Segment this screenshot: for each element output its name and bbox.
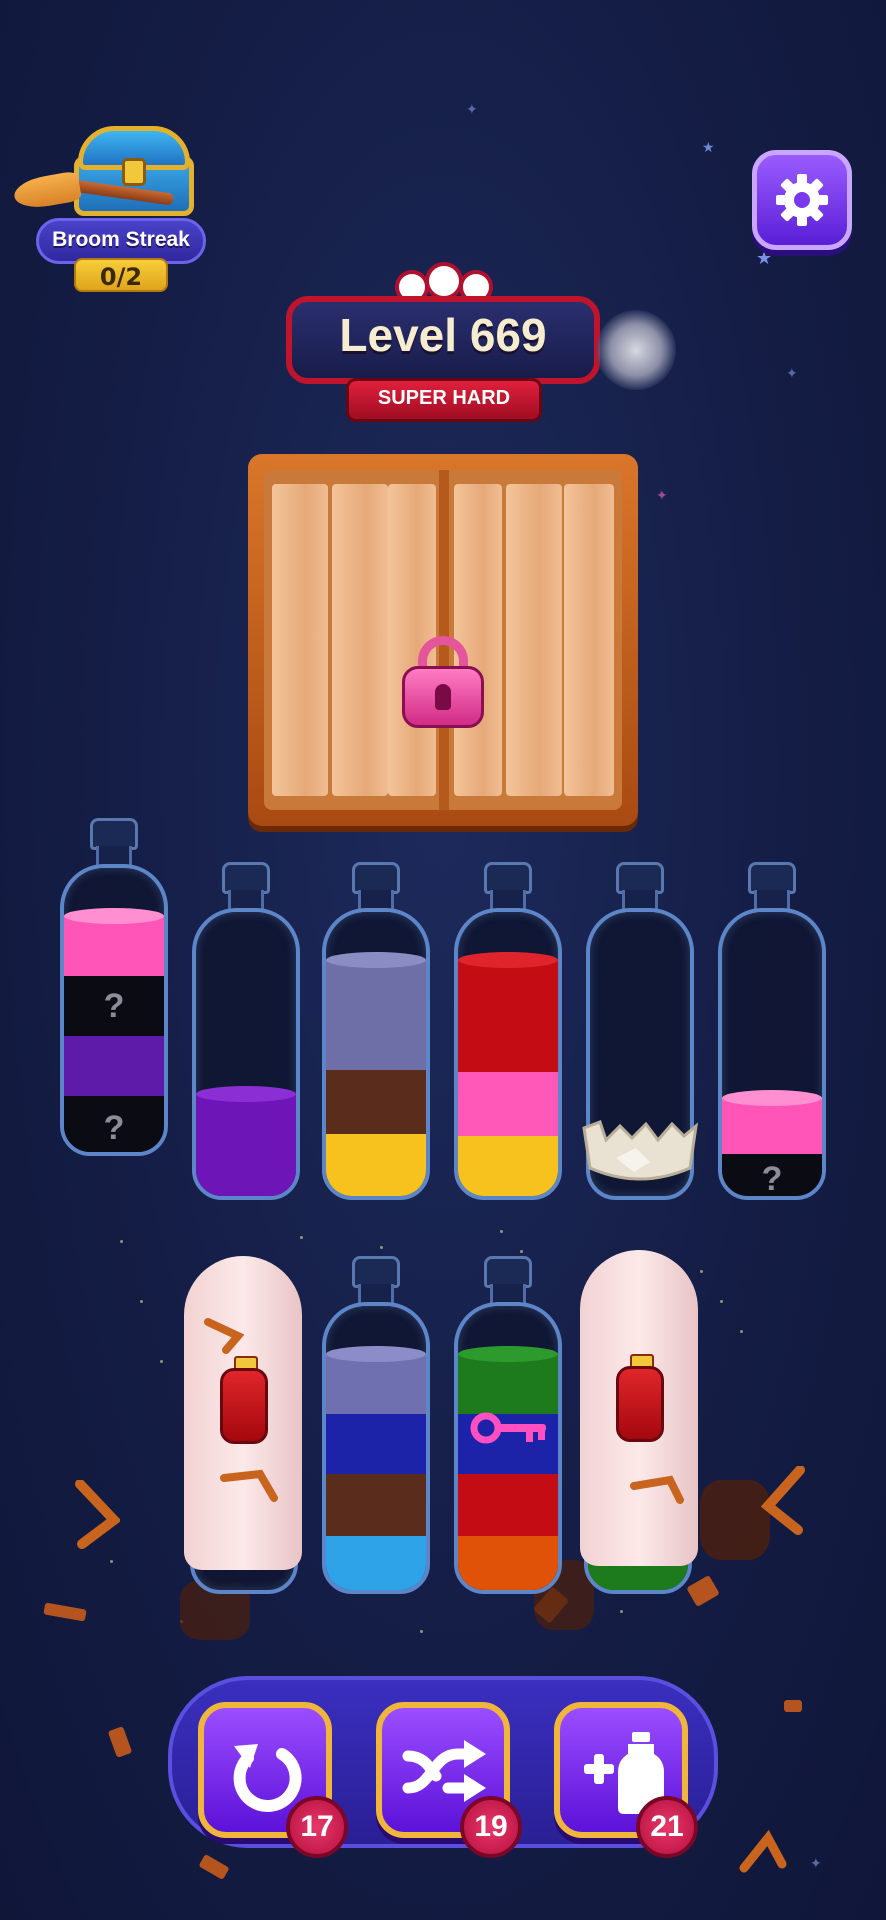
wood-shard [739, 1829, 787, 1873]
star-icon: ★ [756, 248, 773, 269]
undo-count: 17 [286, 1796, 348, 1858]
undo-icon [233, 1744, 302, 1812]
key-icon [470, 1412, 546, 1444]
difficulty-skulls [395, 262, 493, 304]
bottle-3[interactable] [322, 862, 430, 1200]
add-bottle-count: 21 [636, 1796, 698, 1858]
streak-title: Broom Streak [52, 228, 190, 251]
liquid-layer [326, 1414, 426, 1474]
mystery-bottle-icon [616, 1354, 664, 1444]
bottle-1[interactable]: ? ? [60, 818, 168, 1156]
liquid-layer [64, 916, 164, 976]
liquid-layer [326, 1354, 426, 1414]
liquid-layer [326, 1536, 426, 1590]
star-icon: ✦ [810, 1856, 822, 1872]
gear-icon [776, 174, 828, 226]
star-icon: ★ [702, 140, 715, 156]
level-title: Level 669 [339, 309, 547, 361]
liquid-layer [326, 960, 426, 1070]
liquid-layer [326, 1070, 426, 1134]
bottle-2[interactable] [192, 862, 300, 1200]
bottle-7[interactable] [184, 1256, 302, 1594]
liquid-layer [326, 1474, 426, 1536]
bottle-8[interactable] [322, 1256, 430, 1594]
touch-indicator [596, 310, 676, 390]
liquid-layer [722, 1098, 822, 1154]
liquid-layer [458, 1136, 558, 1196]
star-icon: ✦ [466, 102, 478, 118]
star-icon: ✦ [786, 366, 798, 382]
hidden-layer: ? [64, 976, 164, 1036]
bottle-10[interactable] [580, 1250, 698, 1594]
liquid-layer [458, 1474, 558, 1536]
padlock-icon [402, 636, 484, 728]
bottle-4[interactable] [454, 862, 562, 1200]
mystery-bottle-icon [220, 1356, 268, 1446]
liquid-layer [458, 1354, 558, 1414]
skull-icon [425, 262, 463, 300]
liquid-layer [196, 1094, 296, 1196]
shuffle-count: 19 [460, 1796, 522, 1858]
liquid-layer [64, 1036, 164, 1096]
settings-button[interactable] [752, 150, 852, 250]
star-icon: ✦ [656, 488, 668, 504]
broom-streak[interactable]: Broom Streak 0/2 [11, 118, 214, 298]
streak-progress: 0/2 [74, 258, 168, 292]
hidden-layer: ? [722, 1154, 822, 1196]
ice-block-icon [582, 1120, 699, 1181]
difficulty-label: SUPER HARD [377, 387, 511, 409]
wood-shard [75, 1480, 120, 1549]
liquid-layer [458, 960, 558, 1072]
liquid-layer [326, 1134, 426, 1196]
treasure-chest-icon [74, 126, 194, 216]
broom-icon [11, 170, 175, 212]
bottle-5[interactable] [582, 862, 699, 1200]
bottle-6[interactable]: ? [718, 862, 826, 1200]
hidden-layer: ? [64, 1096, 164, 1152]
wood-shard [760, 1466, 805, 1535]
liquid-layer [458, 1536, 558, 1590]
liquid-layer [458, 1072, 558, 1136]
